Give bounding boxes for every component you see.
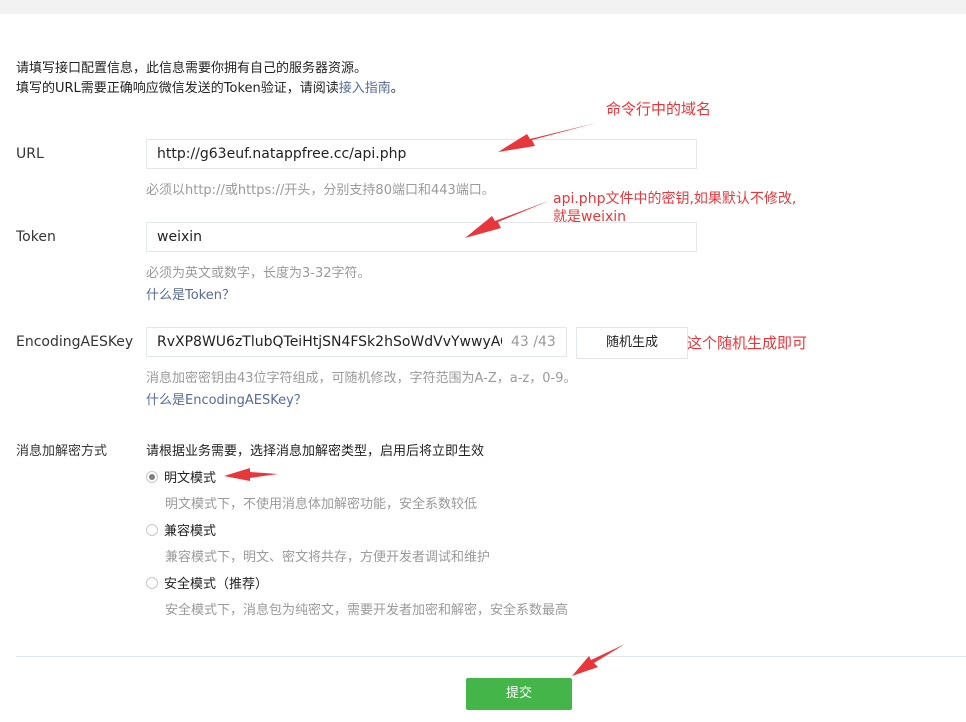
red-arrow-url xyxy=(498,123,596,152)
red-arrow-submit xyxy=(572,644,625,676)
red-arrow-plaintext xyxy=(224,468,278,481)
annotation-arrows xyxy=(224,123,625,676)
red-arrow-token xyxy=(465,200,551,238)
